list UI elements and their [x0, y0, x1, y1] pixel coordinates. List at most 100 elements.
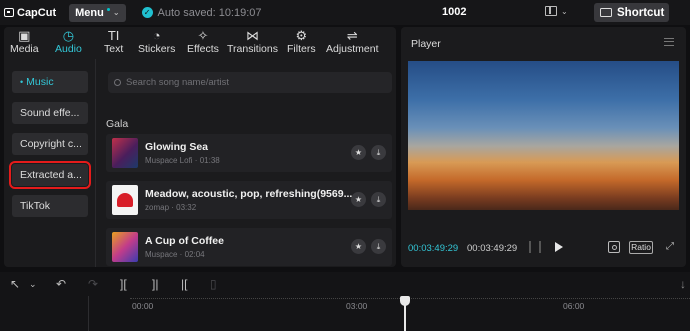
- tick-label: 03:00: [346, 301, 368, 311]
- tab-effects-label: Effects: [187, 43, 219, 55]
- list-item[interactable]: Meadow, acoustic, pop, refreshing(9569..…: [106, 181, 392, 219]
- split-left-icon[interactable]: ]|: [152, 277, 158, 291]
- keyboard-icon: [600, 8, 612, 17]
- sidebar-item-label: Extracted a...: [20, 169, 82, 181]
- select-cursor-icon[interactable]: ↖: [10, 277, 20, 291]
- ruler-ticks: [130, 298, 690, 302]
- menu-button[interactable]: Menu ⌄: [69, 3, 126, 22]
- ratio-button[interactable]: Ratio: [629, 241, 653, 254]
- favorite-star-icon[interactable]: ★: [351, 145, 366, 160]
- tab-audio[interactable]: ◷ Audio: [55, 28, 82, 55]
- tab-filters-label: Filters: [287, 43, 316, 55]
- tab-adjustment-label: Adjustment: [326, 43, 379, 55]
- scroll-handle-icon[interactable]: ↓: [680, 277, 686, 291]
- total-time: 00:03:49:29: [467, 243, 518, 254]
- menu-label: Menu: [75, 6, 104, 19]
- shortcut-button[interactable]: Shortcut: [594, 3, 669, 22]
- layout-icon: [545, 6, 557, 16]
- split-icon[interactable]: ][: [120, 277, 127, 291]
- player-title: Player: [411, 38, 441, 50]
- song-meta: zomap · 03:32: [145, 203, 197, 212]
- tab-stickers-label: Stickers: [138, 43, 176, 55]
- fullscreen-icon[interactable]: ⤢: [666, 241, 677, 252]
- transitions-icon: ⋈: [245, 28, 259, 43]
- current-time: 00:03:49:29: [408, 243, 459, 254]
- chevron-down-icon: ⌄: [561, 6, 568, 16]
- tab-filters[interactable]: ⚙ Filters: [287, 28, 316, 55]
- shortcut-label: Shortcut: [617, 6, 665, 19]
- tab-audio-label: Audio: [55, 43, 82, 55]
- tab-effects[interactable]: ✧ Effects: [187, 28, 219, 55]
- tab-text[interactable]: TI Text: [104, 28, 123, 55]
- search-icon: [114, 79, 121, 86]
- track-divider: [88, 296, 89, 331]
- media-library-panel: ▣ Media ◷ Audio TI Text ◔ Stickers ✧ Eff…: [4, 27, 396, 267]
- sidebar-item-music[interactable]: Music: [12, 71, 88, 93]
- list-item[interactable]: A Cup of Coffee Muspace · 02:04 ★ ⤓: [106, 228, 392, 266]
- song-meta: Muspace · 02:04: [145, 250, 205, 259]
- chevron-down-icon[interactable]: ⌄: [29, 277, 37, 291]
- player-panel: Player 00:03:49:29 00:03:49:29 Ratio ⤢: [401, 27, 686, 267]
- song-cover: [112, 185, 138, 215]
- sidebar-item-label: Sound effe...: [20, 107, 80, 119]
- timeline-ruler[interactable]: 00:00 03:00 06:00: [0, 296, 690, 331]
- play-icon[interactable]: [555, 242, 563, 252]
- tab-transitions[interactable]: ⋈ Transitions: [227, 28, 278, 55]
- undo-icon[interactable]: ↶: [56, 277, 66, 291]
- song-meta: Muspace Lofi · 01:38: [145, 156, 220, 165]
- focus-frame-icon[interactable]: [608, 241, 620, 253]
- app-logo: CapCut: [4, 7, 56, 19]
- tab-adjustment[interactable]: ⇌ Adjustment: [326, 28, 379, 55]
- song-title: Meadow, acoustic, pop, refreshing(9569..…: [145, 188, 353, 200]
- delete-icon[interactable]: ▯: [210, 277, 217, 291]
- media-icon: ▣: [18, 28, 31, 43]
- song-title: A Cup of Coffee: [145, 235, 224, 247]
- waveform-icon[interactable]: [529, 241, 541, 253]
- autosave-text: Auto saved: 10:19:07: [157, 6, 262, 19]
- sidebar-item-copyright[interactable]: Copyright c...: [12, 133, 88, 155]
- download-icon[interactable]: ⤓: [371, 192, 386, 207]
- sticker-icon: ◔: [152, 28, 161, 43]
- sidebar-item-label: Music: [26, 76, 54, 88]
- sidebar-item-extracted-audio[interactable]: Extracted a...: [9, 161, 91, 189]
- tab-stickers[interactable]: ◔ Stickers: [138, 28, 175, 55]
- text-icon: TI: [107, 28, 120, 43]
- music-group-title: Gala: [106, 118, 129, 130]
- sidebar-item-sound-effects[interactable]: Sound effe...: [12, 102, 88, 124]
- redo-icon[interactable]: ↷: [88, 277, 98, 291]
- top-bar: CapCut Menu ⌄ ✓ Auto saved: 10:19:07 100…: [0, 0, 690, 25]
- song-cover: [112, 232, 138, 262]
- timeline-toolbar: ↖ ⌄ ↶ ↷ ][ ]| |[ ▯ ↓: [0, 272, 690, 296]
- capcut-logo-icon: [4, 8, 14, 17]
- check-circle-icon: ✓: [141, 7, 153, 18]
- sidebar-item-label: Copyright c...: [20, 138, 82, 150]
- song-title: Glowing Sea: [145, 141, 209, 153]
- autosave-status: ✓ Auto saved: 10:19:07: [141, 6, 262, 19]
- tick-label: 00:00: [132, 301, 154, 311]
- audio-sidebar: Music Sound effe... Copyright c... Extra…: [4, 59, 96, 267]
- adjustment-icon: ⇌: [346, 28, 358, 43]
- sidebar-item-label: TikTok: [20, 200, 50, 212]
- playhead[interactable]: [404, 298, 406, 331]
- audio-icon: ◷: [62, 28, 75, 43]
- download-icon[interactable]: ⤓: [371, 239, 386, 254]
- layout-button[interactable]: ⌄: [545, 6, 568, 16]
- favorite-star-icon[interactable]: ★: [351, 239, 366, 254]
- download-icon[interactable]: ⤓: [371, 145, 386, 160]
- hamburger-menu-icon[interactable]: [664, 38, 674, 46]
- split-right-icon[interactable]: |[: [181, 277, 187, 291]
- tab-media[interactable]: ▣ Media: [10, 28, 39, 55]
- tab-media-label: Media: [10, 43, 39, 55]
- tick-label: 06:00: [563, 301, 585, 311]
- tab-text-label: Text: [104, 43, 124, 55]
- project-title[interactable]: 1002: [442, 6, 466, 18]
- filters-icon: ⚙: [295, 28, 308, 43]
- video-preview[interactable]: [408, 61, 679, 210]
- sidebar-item-tiktok[interactable]: TikTok: [12, 195, 88, 217]
- song-cover: [112, 138, 138, 168]
- search-input[interactable]: Search song name/artist: [108, 72, 392, 93]
- tab-transitions-label: Transitions: [227, 43, 278, 55]
- list-item[interactable]: Glowing Sea Muspace Lofi · 01:38 ★ ⤓: [106, 134, 392, 172]
- favorite-star-icon[interactable]: ★: [351, 192, 366, 207]
- chevron-down-icon: ⌄: [112, 8, 120, 17]
